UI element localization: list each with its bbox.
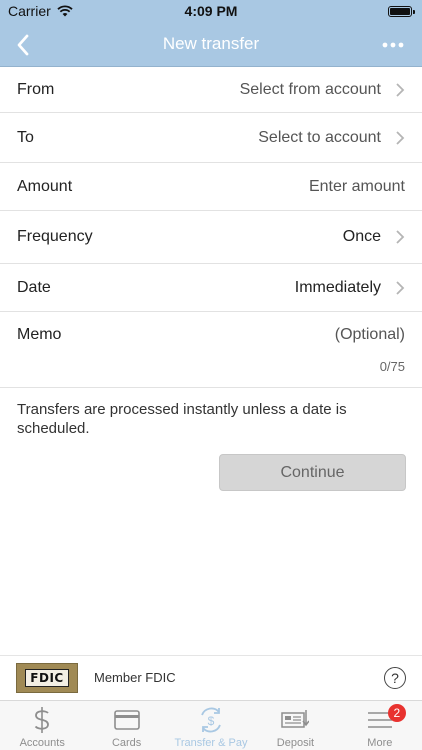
tab-bar: Accounts Cards $ Transfer & Pay Deposit … [0,700,422,750]
chevron-right-icon [396,130,405,145]
transfer-pay-icon: $ [196,706,226,734]
tab-label-cards: Cards [111,737,142,749]
frequency-label: Frequency [17,228,93,245]
memo-input[interactable]: (Optional) [335,326,405,344]
fdic-logo-text: FDIC [25,669,69,687]
status-left: Carrier [8,3,73,19]
amount-row[interactable]: Amount Enter amount [0,163,422,211]
transfer-form: From Select from account To Select to ac… [0,67,422,388]
chevron-right-icon [396,230,405,244]
more-horizontal-icon [382,42,404,48]
tab-label-transfer-pay: Transfer & Pay [174,737,248,749]
date-label: Date [17,278,51,296]
amount-label: Amount [17,177,73,195]
to-row[interactable]: To Select to account [0,113,422,163]
chevron-right-icon [396,280,405,295]
tab-accounts[interactable]: Accounts [0,701,84,750]
fdic-footer: FDIC Member FDIC ? [0,655,422,700]
nav-bar: New transfer [0,22,422,67]
carrier-label: Carrier [8,3,51,19]
memo-label: Memo [17,326,62,343]
to-value: Select to account [258,128,381,146]
chevron-left-icon [17,34,29,56]
back-button[interactable] [8,30,38,60]
date-row[interactable]: Date Immediately [0,264,422,312]
from-value: Select from account [239,80,381,98]
battery-icon [388,5,415,17]
memo-row[interactable]: Memo (Optional) 0/75 [0,312,422,388]
tab-more[interactable]: 2 More [338,701,422,750]
more-options-button[interactable] [378,30,408,60]
member-fdic-label: Member FDIC [94,670,176,685]
deposit-check-icon [280,706,310,734]
tab-deposit[interactable]: Deposit [253,701,337,750]
from-row[interactable]: From Select from account [0,67,422,113]
svg-text:$: $ [208,714,215,728]
frequency-row[interactable]: Frequency Once [0,211,422,264]
memo-char-count: 0/75 [379,359,405,374]
info-text: Transfers are processed instantly unless… [17,401,347,437]
card-icon [112,706,142,734]
to-label: To [17,128,34,146]
chevron-right-icon [396,82,405,97]
status-bar: Carrier 4:09 PM [0,0,422,22]
tab-transfer-pay[interactable]: $ Transfer & Pay [169,701,253,750]
from-label: From [17,80,55,98]
frequency-value: Once [342,228,381,245]
wifi-icon [57,5,73,17]
continue-button[interactable]: Continue [219,454,406,491]
tab-label-deposit: Deposit [276,737,315,749]
tab-label-more: More [367,737,393,749]
amount-input[interactable]: Enter amount [309,178,405,196]
dollar-icon [27,706,57,734]
date-value: Immediately [294,278,381,296]
help-icon[interactable]: ? [384,667,406,689]
fdic-logo: FDIC [16,663,78,693]
tab-label-accounts: Accounts [19,737,65,749]
notification-badge: 2 [387,704,406,722]
tab-cards[interactable]: Cards [84,701,168,750]
page-title: New transfer [162,34,260,53]
